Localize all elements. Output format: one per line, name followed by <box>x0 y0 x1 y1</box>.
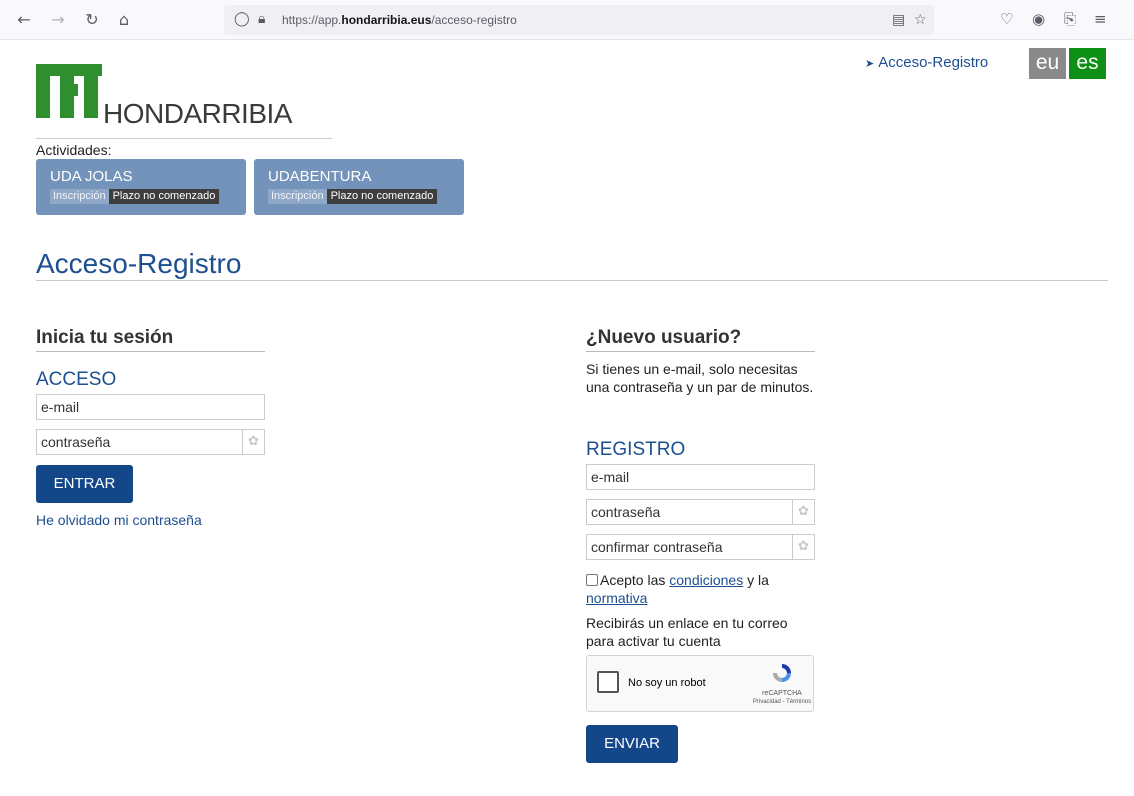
activity-name: UDABENTURA <box>268 168 372 185</box>
extensions-icon[interactable]: ⎘ <box>1064 10 1076 28</box>
pocket-icon[interactable]: ♡ <box>1000 10 1013 28</box>
home-icon[interactable]: ⌂ <box>114 10 134 30</box>
register-confirm-placeholder: confirmar contraseña <box>591 539 723 555</box>
activity-status: Inscripción Plazo no comenzado <box>268 189 438 204</box>
recaptcha-label: No soy un robot <box>628 677 706 689</box>
shield-icon[interactable]: ◯ <box>234 11 250 27</box>
register-section-title: ¿Nuevo usuario? <box>586 327 742 348</box>
top-access-link-label: Acceso-Registro <box>878 54 989 71</box>
accept-mid: y la <box>747 572 769 588</box>
register-email-field[interactable]: e-mail <box>586 464 815 490</box>
lang-es-button[interactable]: es <box>1069 48 1106 79</box>
url-text[interactable]: https://app.hondarribia.eus/acceso-regis… <box>282 13 517 27</box>
activity-name: UDA JOLAS <box>50 168 133 185</box>
reader-view-icon[interactable]: ▤ <box>892 12 905 28</box>
register-confirm-password-field[interactable]: confirmar contraseña ✿ <box>586 534 815 560</box>
activity-status: Inscripción Plazo no comenzado <box>50 189 220 204</box>
accept-terms-checkbox[interactable] <box>586 574 598 586</box>
account-icon[interactable]: ◉ <box>1032 10 1045 28</box>
register-subtitle: REGISTRO <box>586 439 686 460</box>
accept-terms-row: Acepto las condiciones y la normativa <box>586 571 816 607</box>
activities-label: Actividades: <box>36 142 112 158</box>
logo-text: HONDARRIBIA <box>103 98 292 129</box>
activity-status-text: Plazo no comenzado <box>108 189 220 204</box>
activity-status-text: Plazo no comenzado <box>326 189 438 204</box>
login-password-placeholder: contraseña <box>41 434 111 450</box>
browser-toolbar: ← → ↻ ⌂ ◯ 🔒︎ https://app.hondarribia.eus… <box>0 0 1134 40</box>
login-password-field[interactable]: contraseña ✿ <box>36 429 265 455</box>
register-password-placeholder: contraseña <box>591 504 661 520</box>
register-password-field[interactable]: contraseña ✿ <box>586 499 815 525</box>
activity-tag: Inscripción <box>268 189 327 204</box>
login-section-divider <box>36 351 265 352</box>
reload-icon[interactable]: ↻ <box>82 10 102 30</box>
lock-icon[interactable]: 🔒︎ <box>258 11 265 27</box>
activity-card-uda-jolas[interactable]: UDA JOLAS Inscripción Plazo no comenzado <box>36 159 246 215</box>
recaptcha-widget: No soy un robot reCAPTCHA Privacidad - T… <box>586 655 814 712</box>
activity-tag: Inscripción <box>50 189 109 204</box>
conditions-link[interactable]: condiciones <box>669 572 743 588</box>
rules-link[interactable]: normativa <box>586 590 647 606</box>
show-password-icon[interactable]: ✿ <box>792 535 814 559</box>
show-password-icon[interactable]: ✿ <box>242 430 264 454</box>
title-divider <box>36 280 1108 281</box>
recaptcha-brand: reCAPTCHA <box>762 690 802 697</box>
recaptcha-checkbox[interactable] <box>597 671 619 693</box>
hondarribia-logo-mark-icon <box>36 64 102 118</box>
recaptcha-terms[interactable]: Privacidad - Términos <box>737 699 827 705</box>
page-title: Acceso-Registro <box>36 248 242 279</box>
bookmark-star-icon[interactable]: ☆ <box>914 12 927 28</box>
register-intro: Si tienes un e-mail, solo necesitas una … <box>586 361 814 395</box>
login-section-title: Inicia tu sesión <box>36 327 174 348</box>
login-submit-button[interactable]: ENTRAR <box>36 465 133 503</box>
login-email-field[interactable]: e-mail <box>36 394 265 420</box>
activation-note: Recibirás un enlace en tu correo para ac… <box>586 615 788 649</box>
register-section-divider <box>586 351 815 352</box>
accept-prefix: Acepto las <box>600 572 666 588</box>
register-submit-button[interactable]: ENVIAR <box>586 725 678 763</box>
recaptcha-logo-icon <box>773 664 791 682</box>
lang-eu-button[interactable]: eu <box>1029 48 1066 79</box>
activity-card-udabentura[interactable]: UDABENTURA Inscripción Plazo no comenzado <box>254 159 464 215</box>
logo-divider <box>36 138 332 139</box>
login-subtitle: ACCESO <box>36 369 117 390</box>
menu-icon[interactable]: ≡ <box>1094 10 1107 28</box>
forgot-password-link[interactable]: He olvidado mi contraseña <box>36 512 202 528</box>
top-access-link[interactable]: ➤ Acceso-Registro <box>865 54 988 71</box>
show-password-icon[interactable]: ✿ <box>792 500 814 524</box>
page-content: HONDARRIBIA ➤ Acceso-Registro eu es Activ… <box>0 40 1134 796</box>
url-bar[interactable]: ◯ 🔒︎ https://app.hondarribia.eus/acceso-… <box>224 5 934 35</box>
double-arrow-icon: ➤ <box>865 58 875 70</box>
forward-icon[interactable]: → <box>48 10 68 30</box>
back-icon[interactable]: ← <box>14 10 34 30</box>
